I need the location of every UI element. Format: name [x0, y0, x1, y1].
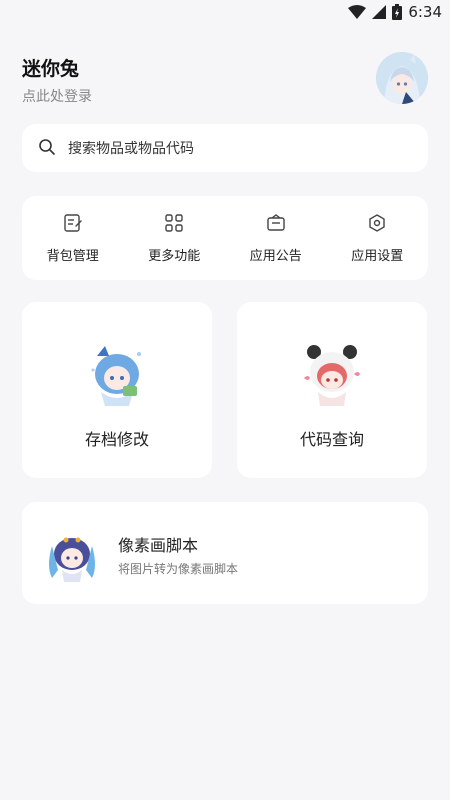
- quick-action-more-features[interactable]: 更多功能: [124, 196, 226, 280]
- pixel-script-description: 将图片转为像素画脚本: [118, 562, 239, 576]
- edit-document-icon: [63, 213, 83, 237]
- quick-action-bag-management[interactable]: 背包管理: [22, 196, 124, 280]
- signal-icon: [372, 5, 387, 19]
- search-input[interactable]: [66, 136, 410, 162]
- clock-time: 6:34: [408, 3, 442, 21]
- pixel-script-illustration: [49, 537, 95, 582]
- search-bar[interactable]: [22, 124, 428, 172]
- profile-header[interactable]: 迷你兔 点此处登录: [22, 48, 428, 112]
- search-icon: [38, 138, 56, 160]
- code-lookup-illustration: [304, 345, 360, 406]
- quick-action-label: 应用设置: [351, 248, 404, 264]
- save-edit-card[interactable]: 存档修改: [22, 302, 212, 478]
- quick-action-settings[interactable]: 应用设置: [327, 196, 429, 280]
- quick-action-label: 背包管理: [46, 248, 99, 264]
- grid-icon: [164, 213, 184, 237]
- login-hint[interactable]: 点此处登录: [22, 86, 92, 106]
- code-lookup-card[interactable]: 代码查询: [237, 302, 427, 478]
- avatar-character-image: [376, 52, 428, 104]
- battery-icon: [392, 4, 403, 20]
- pixel-script-title: 像素画脚本: [118, 536, 199, 555]
- save-edit-illustration: [91, 346, 141, 406]
- avatar[interactable]: [376, 52, 428, 104]
- pixel-script-card[interactable]: 像素画脚本 将图片转为像素画脚本: [22, 502, 428, 604]
- settings-icon: [367, 213, 387, 237]
- save-edit-label: 存档修改: [84, 430, 149, 449]
- status-bar: 6:34: [0, 0, 450, 24]
- quick-action-announcement[interactable]: 应用公告: [225, 196, 327, 280]
- quick-actions-card: 背包管理 更多功能 应用公告 应用设置: [22, 196, 428, 280]
- announcement-icon: [266, 213, 286, 237]
- quick-action-label: 应用公告: [249, 248, 302, 264]
- quick-action-label: 更多功能: [148, 248, 201, 264]
- wifi-icon: [348, 5, 367, 19]
- code-lookup-label: 代码查询: [299, 430, 364, 449]
- username: 迷你兔: [22, 58, 80, 80]
